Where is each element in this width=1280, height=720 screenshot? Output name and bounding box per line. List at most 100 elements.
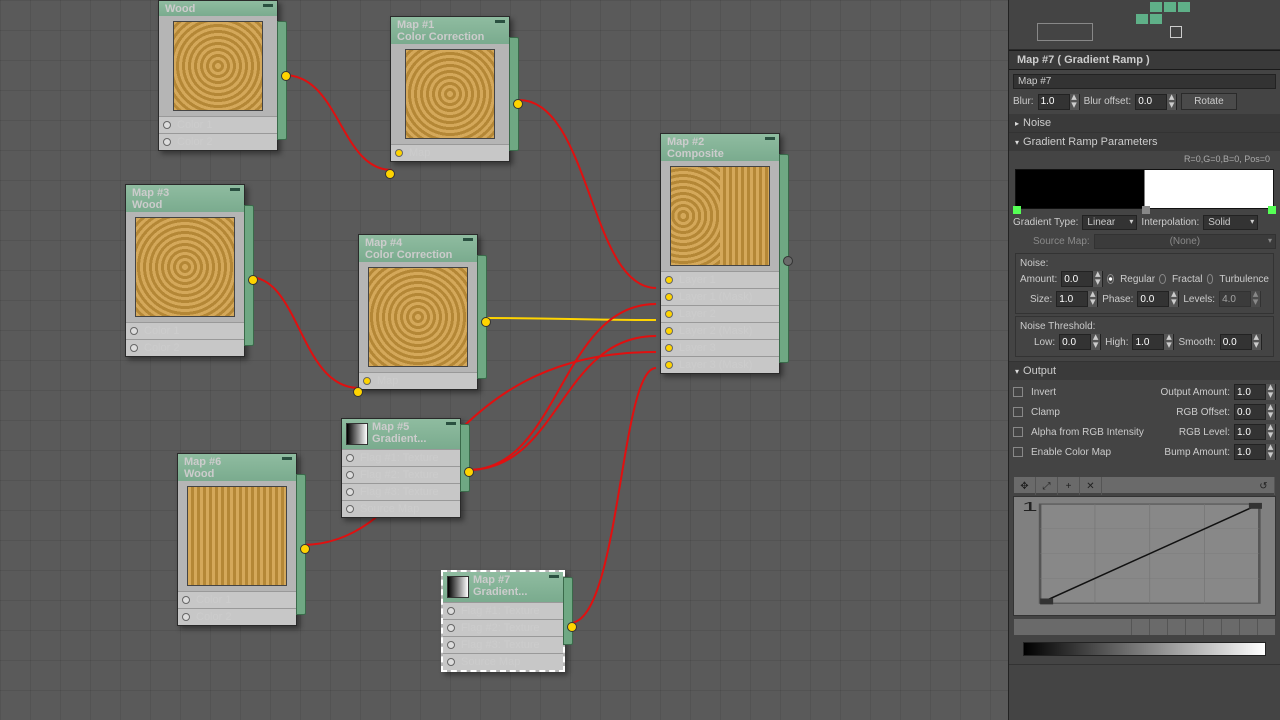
minimize-icon[interactable] (463, 238, 473, 241)
gradient-stop-start[interactable] (1013, 206, 1021, 214)
slot-flag3[interactable]: Flag #3: Texture (443, 636, 563, 653)
minimize-icon[interactable] (765, 137, 775, 140)
gradient-type-select[interactable]: Linear (1082, 215, 1137, 230)
output-port[interactable] (300, 544, 310, 554)
threshold-smooth-spinner[interactable]: ▴▾ (1220, 334, 1262, 350)
output-strip[interactable] (460, 424, 470, 492)
slot-map[interactable]: Map (359, 372, 477, 389)
rotate-button[interactable]: Rotate (1181, 93, 1236, 110)
curve-zoom-h-icon[interactable] (1167, 619, 1185, 635)
blur-spinner[interactable]: ▴▾ (1038, 94, 1080, 110)
slot-flag2[interactable]: Flag #2: Texture (342, 466, 460, 483)
minimize-icon[interactable] (282, 457, 292, 460)
curve-tool-move-icon[interactable]: ✥ (1014, 477, 1036, 495)
node-map6[interactable]: Map #6Wood Color 1 Color 2 (177, 453, 297, 626)
slot-source-map[interactable]: Source Map (342, 500, 460, 517)
colormap-checkbox[interactable] (1013, 447, 1023, 457)
slot-layer2[interactable]: Layer 2 (661, 305, 779, 322)
gradient-bar[interactable] (1015, 169, 1274, 209)
output-strip[interactable] (563, 577, 573, 645)
curve-tool-delete-icon[interactable]: ✕ (1080, 477, 1102, 495)
output-rollout-header[interactable]: Output (1009, 362, 1280, 380)
node-map7-selected[interactable]: Map #7Gradient... Flag #1: Texture Flag … (441, 570, 565, 672)
minimize-icon[interactable] (549, 575, 559, 578)
output-amount-spinner[interactable]: ▴▾ (1234, 384, 1276, 400)
output-curve[interactable]: 1 (1013, 496, 1276, 616)
output-port[interactable] (783, 256, 793, 266)
input-port[interactable] (385, 169, 395, 179)
node-map4[interactable]: Map #4Color Correction Map (358, 234, 478, 390)
slot-source-map[interactable]: Source Map (443, 653, 563, 670)
slot-flag3[interactable]: Flag #3: Texture (342, 483, 460, 500)
threshold-low-spinner[interactable]: ▴▾ (1059, 334, 1101, 350)
minimize-icon[interactable] (230, 188, 240, 191)
threshold-high-spinner[interactable]: ▴▾ (1132, 334, 1174, 350)
navigator-viewport[interactable] (1037, 23, 1093, 41)
navigator[interactable] (1009, 0, 1280, 50)
noise-turbulence-radio[interactable] (1207, 274, 1214, 284)
minimize-icon[interactable] (446, 422, 456, 425)
noise-regular-radio[interactable] (1107, 274, 1114, 284)
invert-checkbox[interactable] (1013, 387, 1023, 397)
slot-color1[interactable]: Color 1 (178, 591, 296, 608)
curve-pan-icon[interactable] (1131, 619, 1149, 635)
slot-color1[interactable]: Color 1 (159, 116, 277, 133)
minimize-icon[interactable] (495, 20, 505, 23)
slot-layer3-mask[interactable]: Layer 3 (Mask) (661, 356, 779, 373)
source-map-select[interactable]: (None) (1094, 234, 1276, 249)
slot-color1[interactable]: Color 1 (126, 322, 244, 339)
output-port[interactable] (464, 467, 474, 477)
rgb-level-spinner[interactable]: ▴▾ (1234, 424, 1276, 440)
noise-phase-spinner[interactable]: ▴▾ (1137, 291, 1179, 307)
texture-preview (670, 166, 770, 266)
slot-layer1-mask[interactable]: Layer 1 (Mask) (661, 288, 779, 305)
slot-flag1[interactable]: Flag #1: Texture (342, 449, 460, 466)
slot-color2[interactable]: Color 2 (178, 608, 296, 625)
gradient-params-rollout-header[interactable]: Gradient Ramp Parameters (1009, 133, 1280, 151)
slot-layer3[interactable]: Layer 3 (661, 339, 779, 356)
slot-layer1[interactable]: Layer 1 (661, 271, 779, 288)
minimize-icon[interactable] (263, 4, 273, 7)
slot-color2[interactable]: Color 2 (126, 339, 244, 356)
blur-offset-spinner[interactable]: ▴▾ (1135, 94, 1177, 110)
noise-rollout-header[interactable]: Noise (1009, 114, 1280, 132)
node-map3[interactable]: Map #3Wood Color 1 Color 2 (125, 184, 245, 357)
map-name-field[interactable]: Map #7 (1013, 74, 1276, 89)
input-port[interactable] (353, 387, 363, 397)
clamp-checkbox[interactable] (1013, 407, 1023, 417)
curve-zoom-v-icon[interactable] (1185, 619, 1203, 635)
output-port[interactable] (281, 71, 291, 81)
alpha-checkbox[interactable] (1013, 427, 1023, 437)
output-port[interactable] (513, 99, 523, 109)
node-wood[interactable]: Wood Color 1 Color 2 (158, 0, 278, 151)
slot-flag1[interactable]: Flag #1: Texture (443, 602, 563, 619)
noise-size-spinner[interactable]: ▴▾ (1056, 291, 1098, 307)
node-map2[interactable]: Map #2Composite Layer 1 Layer 1 (Mask) L… (660, 133, 780, 374)
curve-tool-reset-icon[interactable]: ↺ (1253, 477, 1275, 495)
curve-zoom-region-icon[interactable] (1221, 619, 1239, 635)
interpolation-select[interactable]: Solid (1203, 215, 1258, 230)
rgb-offset-spinner[interactable]: ▴▾ (1234, 404, 1276, 420)
noise-fractal-radio[interactable] (1159, 274, 1166, 284)
output-strip[interactable] (509, 37, 519, 151)
curve-zoom-icon[interactable] (1203, 619, 1221, 635)
node-map5[interactable]: Map #5Gradient... Flag #1: Texture Flag … (341, 418, 461, 518)
output-port[interactable] (248, 275, 258, 285)
slot-map[interactable]: Map (391, 144, 509, 161)
output-port[interactable] (567, 622, 577, 632)
gradient-stop-mid[interactable] (1142, 206, 1150, 214)
curve-zoom-ext-icon[interactable] (1149, 619, 1167, 635)
curve-reset-icon[interactable] (1257, 619, 1275, 635)
slot-flag2[interactable]: Flag #2: Texture (443, 619, 563, 636)
noise-amount-spinner[interactable]: ▴▾ (1061, 271, 1103, 287)
curve-tool-scale-icon[interactable]: ⤢ (1036, 477, 1058, 495)
curve-tool-add-icon[interactable]: + (1058, 477, 1080, 495)
gradient-stop-end[interactable] (1268, 206, 1276, 214)
slot-layer2-mask[interactable]: Layer 2 (Mask) (661, 322, 779, 339)
node-map1[interactable]: Map #1Color Correction Map (390, 16, 510, 162)
curve-fit-icon[interactable] (1239, 619, 1257, 635)
node-canvas[interactable]: Wood Color 1 Color 2 Map #1Color Correct… (0, 0, 1008, 720)
slot-color2[interactable]: Color 2 (159, 133, 277, 150)
bump-amount-spinner[interactable]: ▴▾ (1234, 444, 1276, 460)
output-port[interactable] (481, 317, 491, 327)
